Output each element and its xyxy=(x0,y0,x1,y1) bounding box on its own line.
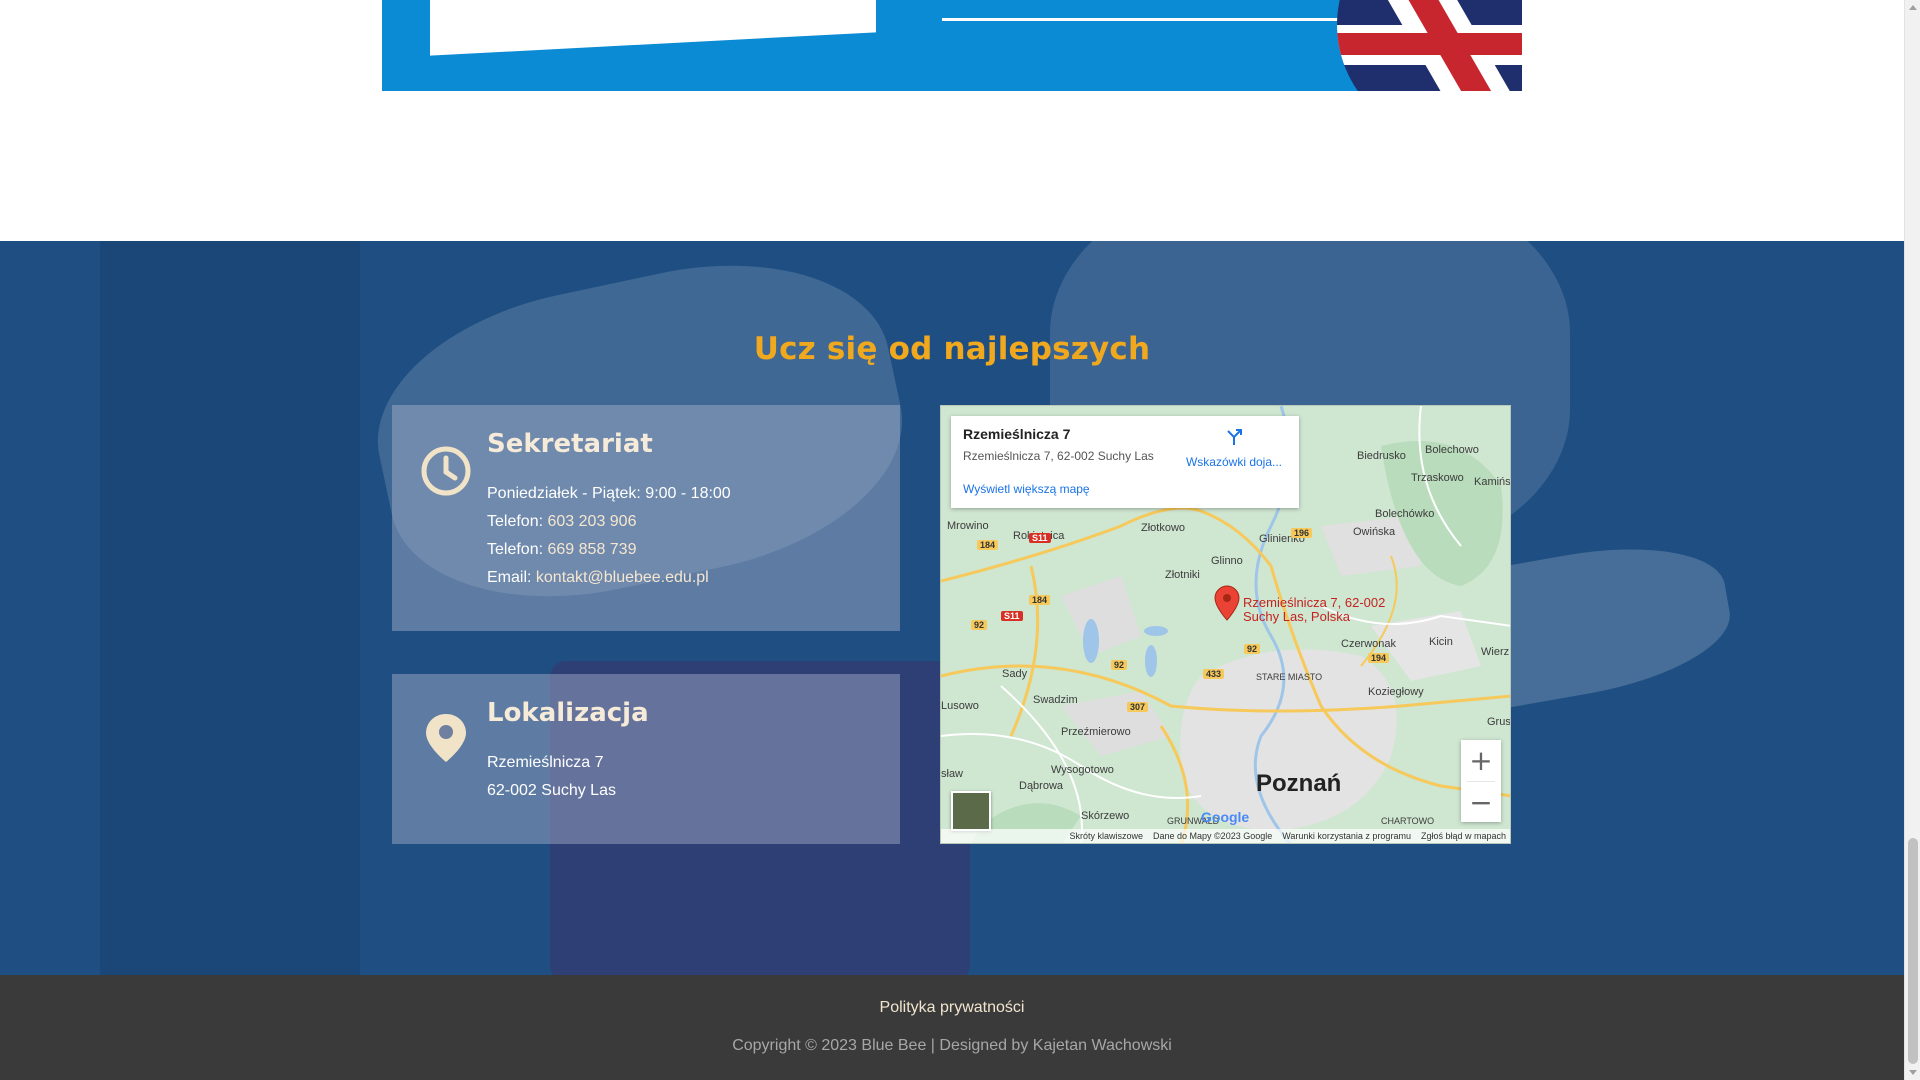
scroll-up-icon[interactable] xyxy=(1909,5,1917,10)
scroll-down-icon[interactable] xyxy=(1909,1070,1917,1075)
location-card: Lokalizacja Rzemieślnicza 7 62-002 Suchy… xyxy=(392,674,900,844)
terms-link[interactable]: Warunki korzystania z programu xyxy=(1282,831,1411,841)
map-place-label: Lusowo xyxy=(941,700,979,712)
address-street: Rzemieślnicza 7 xyxy=(487,754,604,771)
map-attribution-bar: Skróty klawiszowe Dane do Mapy ©2023 Goo… xyxy=(941,829,1510,843)
map-place-label: Skórzewo xyxy=(1081,810,1130,822)
map-info-card: Rzemieślnicza 7 Rzemieślnicza 7, 62-002 … xyxy=(951,416,1299,508)
map-place-label: Owińska xyxy=(1353,526,1396,538)
road-number-badge: 196 xyxy=(1291,528,1313,538)
map-place-label: Wysogotowo xyxy=(1051,764,1114,776)
map-place-label: Swadzim xyxy=(1033,694,1078,706)
map-pin-label: Rzemieślnicza 7, 62-002 Suchy Las, Polsk… xyxy=(1243,595,1386,624)
phone-link-2[interactable]: 669 858 739 xyxy=(548,541,637,558)
email-label: Email: xyxy=(487,569,532,586)
map-zoom-controls: + − xyxy=(1461,740,1501,822)
road-number-badge: 307 xyxy=(1127,702,1149,712)
directions-icon xyxy=(1227,429,1242,445)
map-place-label: CHARTOWO xyxy=(1381,816,1435,826)
map-place-label: Kamińsko xyxy=(1474,476,1511,488)
zoom-out-button[interactable]: − xyxy=(1461,782,1501,823)
map-place-label: STARE MIASTO xyxy=(1256,672,1323,682)
map-city-label: Poznań xyxy=(1256,770,1342,797)
address-city: 62-002 Suchy Las xyxy=(487,782,616,799)
map-place-label: Bolechowo xyxy=(1425,444,1479,456)
privacy-policy-link[interactable]: Polityka prywatności xyxy=(0,999,1904,1017)
map-data-credit: Dane do Mapy ©2023 Google xyxy=(1153,831,1273,841)
map-place-label: sław xyxy=(941,768,964,780)
map-place-label: Bolechówko xyxy=(1375,508,1435,520)
page: Ucz się od najlepszych Sekretariat Ponie… xyxy=(0,0,1920,1080)
phone-label: Telefon: xyxy=(487,513,544,530)
banner-rule xyxy=(942,18,1342,21)
map-place-label: Wierz xyxy=(1481,646,1510,658)
page-scrollbar[interactable] xyxy=(1904,0,1920,1080)
map-place-label: Biedrusko xyxy=(1357,450,1406,462)
map-place-label: Złotkowo xyxy=(1141,522,1186,534)
road-number-badge: 92 xyxy=(971,620,988,630)
google-map-embed[interactable]: Biedrusko Bolechowo Trzaskowo Kamińsko B… xyxy=(940,405,1511,844)
phone-line-1: Telefon: 603 203 906 xyxy=(487,513,636,531)
map-place-label: Dąbrowa xyxy=(1019,780,1064,792)
map-place-label: Przeźmierowo xyxy=(1061,726,1131,738)
zoom-in-button[interactable]: + xyxy=(1461,740,1501,781)
uk-flag-icon xyxy=(1337,0,1522,91)
map-place-label: Trzaskowo xyxy=(1411,472,1464,484)
location-heading: Lokalizacja xyxy=(487,698,649,728)
directions-label: Wskazówki doja... xyxy=(1185,455,1283,469)
report-error-link[interactable]: Zgłoś błąd w mapach xyxy=(1421,831,1506,841)
map-place-label: Sady xyxy=(1002,668,1028,680)
map-place-label: Grus xyxy=(1487,716,1511,728)
map-place-label: Czerwonak xyxy=(1341,638,1397,650)
section-title: Ucz się od najlepszych xyxy=(753,331,1151,367)
directions-button[interactable]: Wskazówki doja... xyxy=(1179,428,1289,469)
email-link[interactable]: kontakt@bluebee.edu.pl xyxy=(536,569,709,586)
map-place-label: Złotniki xyxy=(1165,569,1200,581)
phone-line-2: Telefon: 669 858 739 xyxy=(487,541,636,559)
phone-link-1[interactable]: 603 203 906 xyxy=(548,513,637,530)
opening-hours: Poniedziałek - Piątek: 9:00 - 18:00 xyxy=(487,485,731,502)
road-number-badge: 92 xyxy=(1244,644,1261,654)
road-number-badge: S11 xyxy=(1029,533,1051,543)
road-number-badge: 194 xyxy=(1368,653,1390,663)
map-place-label: Mrowino xyxy=(947,520,989,532)
satellite-toggle-button[interactable] xyxy=(951,791,991,831)
email-line: Email: kontakt@bluebee.edu.pl xyxy=(487,569,709,587)
map-info-address: Rzemieślnicza 7, 62-002 Suchy Las xyxy=(963,449,1154,463)
copyright-text: Copyright © 2023 Blue Bee | Designed by … xyxy=(732,1037,1172,1054)
banner-paper-shape xyxy=(430,0,876,56)
road-number-badge: 184 xyxy=(1029,595,1051,605)
keyboard-shortcuts-link[interactable]: Skróty klawiszowe xyxy=(1069,831,1143,841)
banner-image xyxy=(382,0,1522,91)
map-place-label: Koziegłowy xyxy=(1368,686,1424,698)
secretariat-card: Sekretariat Poniedziałek - Piątek: 9:00 … xyxy=(392,405,900,631)
map-pin-icon xyxy=(426,714,466,762)
google-logo: Google xyxy=(1201,809,1250,825)
contact-section: Ucz się od najlepszych Sekretariat Ponie… xyxy=(0,241,1904,975)
view-larger-map-link[interactable]: Wyświetl większą mapę xyxy=(963,482,1090,496)
map-info-title: Rzemieślnicza 7 xyxy=(963,426,1071,442)
secretariat-heading: Sekretariat xyxy=(487,429,653,459)
road-number-badge: 184 xyxy=(977,540,999,550)
road-number-badge: 92 xyxy=(1111,660,1128,670)
clock-icon xyxy=(421,446,471,496)
phone-label: Telefon: xyxy=(487,541,544,558)
road-number-badge: S11 xyxy=(1001,611,1023,621)
map-place-label: Kicin xyxy=(1429,636,1453,648)
site-footer: Polityka prywatności Copyright © 2023 Bl… xyxy=(0,975,1904,1080)
map-place-label: Glinno xyxy=(1211,555,1243,567)
road-number-badge: 433 xyxy=(1203,669,1225,679)
scrollbar-thumb[interactable] xyxy=(1908,838,1918,1064)
